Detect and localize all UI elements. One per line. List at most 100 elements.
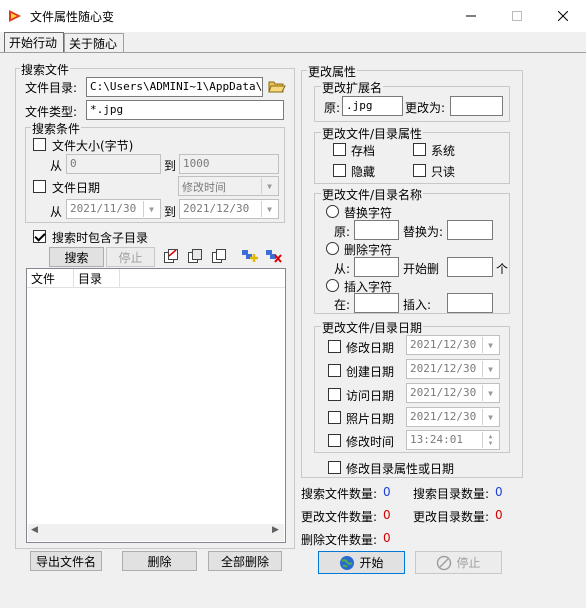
hidden-checkbox[interactable] (333, 164, 346, 177)
insert-at-input[interactable] (354, 293, 399, 313)
list-header-divider (27, 287, 285, 288)
search-button[interactable]: 搜索 (49, 247, 104, 267)
create-date-picker[interactable]: 2021/12/30 ▼ (406, 359, 500, 379)
tab-divider (0, 52, 586, 53)
export-filenames-button[interactable]: 导出文件名 (30, 551, 102, 571)
delete-all-button[interactable]: 全部删除 (208, 551, 282, 571)
delete-char-radio[interactable] (326, 242, 339, 255)
copy-icon[interactable] (187, 248, 203, 264)
replace-orig-label: 原: (334, 225, 351, 239)
ext-new-input[interactable] (450, 96, 503, 116)
chevron-down-icon: ▼ (482, 385, 498, 401)
changed-dirs-count: 0 (495, 508, 503, 522)
start-delete-label: 开始删 (403, 262, 440, 276)
list-tab-file[interactable]: 文件 (27, 269, 74, 287)
subdir-checkbox[interactable] (33, 230, 46, 243)
folder-open-icon[interactable] (268, 79, 286, 94)
search-conditions-label: 搜索条件 (31, 120, 82, 137)
deleted-files-count: 0 (383, 531, 391, 545)
create-date-checkbox[interactable] (328, 364, 341, 377)
changed-dirs-count-label: 更改目录数量: (413, 510, 490, 524)
date-checkbox[interactable] (33, 180, 46, 193)
search-dirs-count: 0 (495, 485, 503, 499)
photo-date-checkbox[interactable] (328, 411, 341, 424)
close-button[interactable] (540, 0, 586, 32)
date-from-picker[interactable]: 2021/11/30 ▼ (66, 199, 161, 219)
size-from-input[interactable]: 0 (66, 154, 161, 174)
remove-items-icon[interactable] (265, 248, 283, 264)
size-to-label: 到 (164, 159, 177, 173)
delete-from-input[interactable] (354, 257, 399, 277)
delete-button[interactable]: 删除 (122, 551, 197, 571)
chevron-down-icon: ▼ (482, 361, 498, 377)
insert-char-radio[interactable] (326, 279, 339, 292)
access-date-checkbox[interactable] (328, 388, 341, 401)
search-files-count-label: 搜索文件数量: (301, 487, 378, 501)
search-dirs-count-label: 搜索目录数量: (413, 487, 490, 501)
chevron-down-icon: ▼ (482, 409, 498, 425)
date-to-picker[interactable]: 2021/12/30 ▼ (179, 199, 279, 219)
chevron-down-icon: ▼ (482, 337, 498, 353)
tab-about[interactable]: 关于随心 (64, 33, 124, 52)
insert-text-input[interactable] (447, 293, 493, 313)
access-date-label: 访问日期 (346, 389, 395, 403)
modify-time-spinner[interactable]: 13:24:01 ▲ ▼ (406, 430, 500, 450)
ext-orig-input[interactable]: .jpg (342, 96, 403, 116)
archive-label: 存档 (351, 144, 376, 158)
date-to-label: 到 (164, 205, 177, 219)
size-to-input[interactable]: 1000 (179, 154, 279, 174)
horizontal-scrollbar[interactable]: ◀ ▶ (28, 524, 284, 541)
create-date-label: 创建日期 (346, 365, 395, 379)
window-title: 文件属性随心变 (30, 10, 115, 24)
search-stop-button[interactable]: 停止 (106, 247, 155, 267)
copy-to-clipboard-icon[interactable] (163, 248, 179, 264)
ext-new-label: 更改为: (405, 101, 446, 115)
replace-radio[interactable] (326, 205, 339, 218)
insert-text-label: 插入: (403, 298, 432, 312)
minimize-button[interactable] (448, 0, 494, 32)
replace-to-input[interactable] (447, 220, 493, 240)
size-checkbox[interactable] (33, 138, 46, 151)
photo-date-picker[interactable]: 2021/12/30 ▼ (406, 407, 500, 427)
close-icon (558, 11, 568, 21)
deleted-files-count-label: 删除文件数量: (301, 533, 378, 547)
modify-time-checkbox[interactable] (328, 434, 341, 447)
modify-time-value: 13:24:01 (410, 433, 463, 446)
subdir-label: 搜索时包含子目录 (52, 231, 149, 245)
delete-from-label: 从: (334, 262, 351, 276)
change-attr-label: 更改文件/目录属性 (321, 125, 424, 142)
copy-alt-icon[interactable] (211, 248, 227, 264)
replace-to-label: 替换为: (403, 225, 444, 239)
dir-option-checkbox[interactable] (328, 461, 341, 474)
scroll-left-icon[interactable]: ◀ (31, 525, 38, 535)
date-type-select[interactable]: 修改时间 ▼ (178, 176, 279, 196)
modify-date-checkbox[interactable] (328, 340, 341, 353)
size-from-label: 从 (50, 159, 63, 173)
archive-checkbox[interactable] (333, 143, 346, 156)
system-checkbox[interactable] (413, 143, 426, 156)
readonly-checkbox[interactable] (413, 164, 426, 177)
scroll-right-icon[interactable]: ▶ (272, 525, 279, 535)
delete-count-input[interactable] (447, 257, 493, 277)
list-tab-dir[interactable]: 目录 (74, 269, 120, 287)
replace-orig-input[interactable] (354, 220, 399, 240)
result-listbox[interactable] (26, 268, 286, 543)
maximize-button[interactable] (494, 0, 540, 32)
modify-date-picker[interactable]: 2021/12/30 ▼ (406, 335, 500, 355)
dir-label: 文件目录: (25, 81, 78, 95)
add-items-icon[interactable] (241, 248, 259, 264)
tab-start[interactable]: 开始行动 (4, 32, 64, 53)
type-input[interactable]: *.jpg (86, 100, 284, 120)
stop-button[interactable]: 停止 (415, 551, 502, 574)
search-files-label: 搜索文件 (20, 61, 71, 78)
modify-date-label: 修改日期 (346, 341, 395, 355)
change-ext-label: 更改扩展名 (321, 79, 384, 96)
dir-input[interactable]: C:\Users\ADMINI~1\AppData\Loc (86, 77, 263, 97)
start-label: 开始 (359, 556, 384, 570)
insert-at-label: 在: (334, 298, 351, 312)
search-files-count: 0 (383, 485, 391, 499)
replace-label: 替换字符 (344, 206, 393, 220)
access-date-picker[interactable]: 2021/12/30 ▼ (406, 383, 500, 403)
start-button[interactable]: 开始 (318, 551, 405, 574)
readonly-label: 只读 (431, 165, 456, 179)
